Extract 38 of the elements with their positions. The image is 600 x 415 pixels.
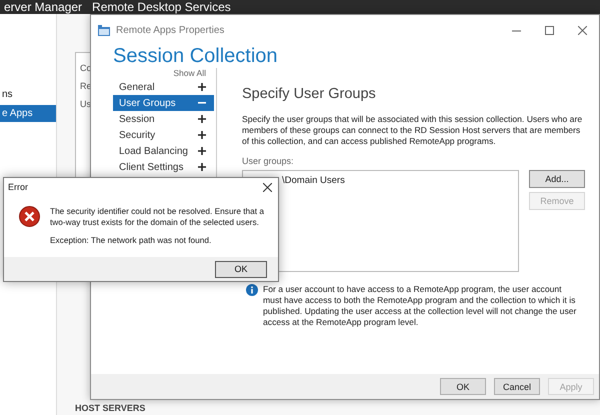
note-text: For a user account to have access to a RemoteApp program, the user account must have access to both the RemoteApp program and the collection to which it is published. Updating the user access at the collection level will not change the user access at the RemoteApp program level. xyxy=(263,284,578,328)
app-title: erver Manager xyxy=(4,0,82,14)
cancel-button[interactable]: Cancel xyxy=(494,378,540,395)
list-label: User groups: xyxy=(242,156,295,166)
add-button[interactable]: Add... xyxy=(529,170,585,188)
info-icon xyxy=(246,284,258,296)
window-title: Remote Apps Properties xyxy=(116,24,224,36)
exception-text: Exception: The network path was not found. xyxy=(50,235,212,246)
description-text: Specify the user groups that will be associated with this session collection. Users who are members of these groups can connect to the RD Session Host servers that are members of this collection, and can access published RemoteApp programs. xyxy=(242,114,584,147)
nav-item[interactable]: Client Settings xyxy=(113,159,214,175)
sidebar-item[interactable]: e Apps xyxy=(0,105,56,122)
nav-item-label: Session xyxy=(119,114,155,124)
list-item[interactable]: \Domain Users xyxy=(282,175,345,186)
page-title: Specify User Groups xyxy=(242,86,377,102)
breadcrumb-text: Remote Desktop Services xyxy=(92,0,231,14)
nav-item[interactable]: Security xyxy=(113,127,214,143)
nav-item-label: Client Settings xyxy=(119,162,184,172)
section-heading: HOST SERVERS xyxy=(75,403,146,413)
nav-item-label: User Groups xyxy=(119,98,176,108)
nav-item-label: Load Balancing xyxy=(119,146,188,156)
nav-item-label: Security xyxy=(119,130,156,140)
nav-item[interactable]: Session xyxy=(113,111,214,127)
window-icon xyxy=(98,24,110,36)
show-all-link[interactable]: Show All xyxy=(173,68,206,78)
maximize-icon xyxy=(545,26,554,34)
dialog-title: Error xyxy=(8,182,28,192)
close-icon xyxy=(578,26,587,34)
dialog-heading: Session Collection xyxy=(113,45,279,68)
error-icon xyxy=(19,206,40,227)
sidebar-item[interactable]: ns xyxy=(0,86,56,103)
nav-item-label: General xyxy=(119,82,155,92)
nav-item[interactable]: General xyxy=(113,79,214,95)
panel-row-text: Us xyxy=(80,99,91,109)
nav-item[interactable]: Load Balancing xyxy=(113,143,214,159)
close-icon xyxy=(263,182,272,192)
ok-button[interactable]: OK xyxy=(440,378,486,395)
nav-item[interactable]: User Groups xyxy=(113,95,214,111)
ok-button[interactable]: OK xyxy=(215,260,267,278)
